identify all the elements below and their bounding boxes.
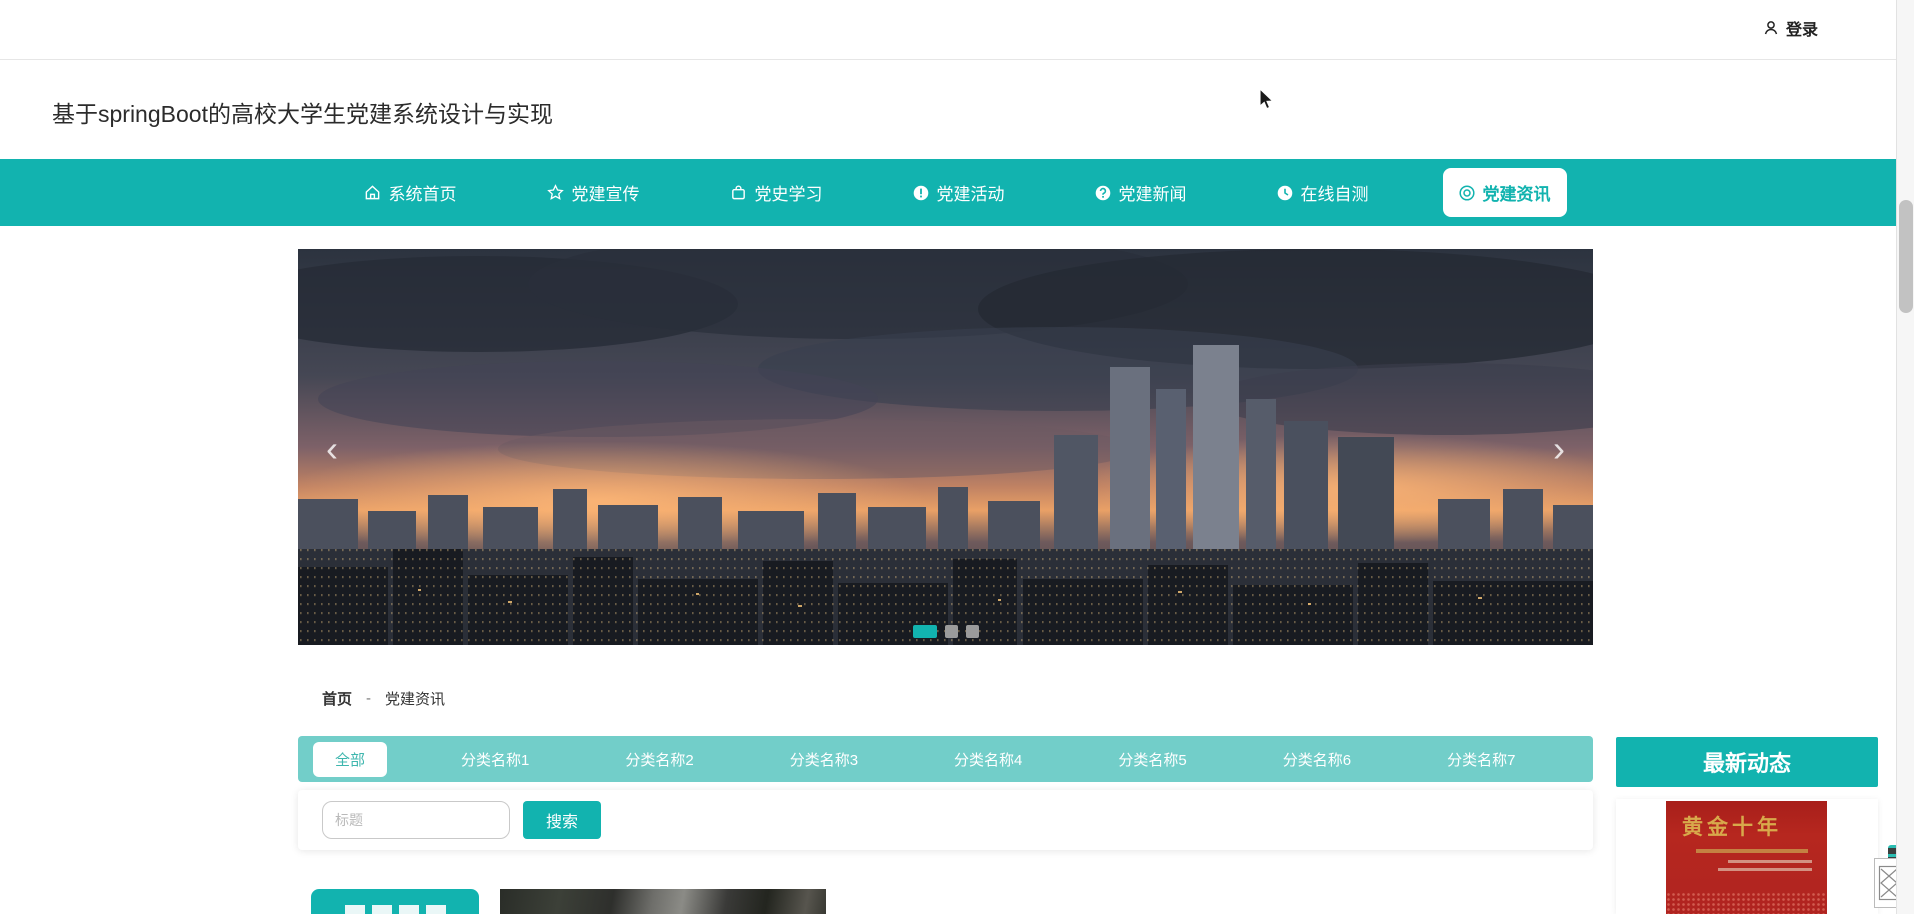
latest-news-item: 黄金十年	[1616, 799, 1878, 914]
nav-item-activities[interactable]: 党建活动	[897, 168, 1021, 217]
nav-item-history-study[interactable]: 党史学习	[714, 168, 839, 217]
category-tab-3[interactable]: 分类名称3	[768, 742, 880, 777]
carousel-image	[298, 249, 1593, 645]
category-tab-6[interactable]: 分类名称6	[1261, 742, 1373, 777]
category-tab-1[interactable]: 分类名称1	[439, 742, 551, 777]
nav-item-label: 系统首页	[388, 185, 457, 204]
carousel-dot-2[interactable]	[944, 625, 958, 638]
carousel-prev-button[interactable]: ‹	[314, 427, 350, 471]
category-tab-4[interactable]: 分类名称4	[932, 742, 1044, 777]
carousel: ‹ ›	[298, 249, 1593, 645]
star-icon	[546, 184, 564, 201]
clock-circle-icon	[1277, 185, 1293, 201]
carousel-dots	[912, 625, 979, 638]
category-tab-2[interactable]: 分类名称2	[603, 742, 715, 777]
bag-icon	[730, 184, 747, 201]
nav-item-label: 党建活动	[936, 185, 1005, 204]
search-input[interactable]	[322, 801, 510, 839]
page-title: 基于springBoot的高校大学生党建系统设计与实现	[52, 101, 553, 127]
login-button[interactable]: 登录	[1763, 16, 1818, 40]
book-cover-image[interactable]: 黄金十年	[1666, 801, 1827, 914]
breadcrumb-current: 党建资讯	[385, 691, 446, 708]
nav-item-label: 党建新闻	[1118, 185, 1187, 204]
header: 基于springBoot的高校大学生党建系统设计与实现	[0, 61, 1914, 159]
book-title: 黄金十年	[1682, 815, 1782, 839]
home-icon	[364, 184, 381, 201]
nav-item-label: 党史学习	[754, 185, 823, 204]
page: 登录 基于springBoot的高校大学生党建系统设计与实现 系统首页 党建宣传…	[0, 0, 1914, 914]
nav-item-party-info[interactable]: 党建资讯	[1442, 168, 1567, 217]
clipped-text	[345, 905, 446, 914]
nav-item-label: 在线自测	[1300, 185, 1369, 204]
login-label: 登录	[1785, 22, 1818, 39]
carousel-dot-3[interactable]	[965, 625, 979, 638]
category-tab-5[interactable]: 分类名称5	[1096, 742, 1208, 777]
book-credit-line	[1728, 860, 1812, 863]
book-pattern	[1666, 892, 1827, 914]
question-circle-icon	[1095, 185, 1111, 201]
scrollbar-thumb[interactable]	[1899, 200, 1913, 313]
breadcrumb-separator: -	[366, 690, 372, 707]
carousel-dot-1[interactable]	[912, 625, 937, 638]
search-card: 搜索	[298, 790, 1593, 850]
nav-item-label: 党建宣传	[571, 185, 640, 204]
topbar: 登录	[0, 0, 1914, 60]
list-item-label-button[interactable]	[311, 889, 479, 914]
nav-item-label: 党建资讯	[1482, 185, 1551, 204]
book-subtitle-line	[1696, 849, 1808, 853]
category-tab-all[interactable]: 全部	[313, 741, 388, 777]
main-nav: 系统首页 党建宣传 党史学习 党建活动 党建新闻 在线自测 党建资讯	[0, 159, 1914, 226]
nav-item-self-test[interactable]: 在线自测	[1261, 168, 1385, 217]
category-tabs: 全部 分类名称1 分类名称2 分类名称3 分类名称4 分类名称5 分类名称6 分…	[298, 736, 1680, 782]
target-circle-icon	[1458, 184, 1475, 201]
scrollbar-track[interactable]	[1896, 0, 1914, 914]
search-button[interactable]: 搜索	[523, 801, 601, 839]
breadcrumb: 首页 - 党建资讯	[322, 688, 445, 709]
carousel-next-button[interactable]: ›	[1541, 427, 1577, 471]
nav-item-propaganda[interactable]: 党建宣传	[531, 168, 656, 217]
list-item-thumbnail[interactable]	[500, 889, 826, 914]
info-circle-icon	[913, 185, 929, 201]
category-tab-7[interactable]: 分类名称7	[1425, 742, 1537, 777]
book-credit-line	[1718, 868, 1812, 871]
latest-news-header: 最新动态	[1616, 737, 1878, 787]
user-icon	[1763, 20, 1779, 36]
nav-item-news[interactable]: 党建新闻	[1079, 168, 1203, 217]
breadcrumb-home-link[interactable]: 首页	[322, 688, 352, 709]
nav-item-system-home[interactable]: 系统首页	[348, 168, 473, 217]
